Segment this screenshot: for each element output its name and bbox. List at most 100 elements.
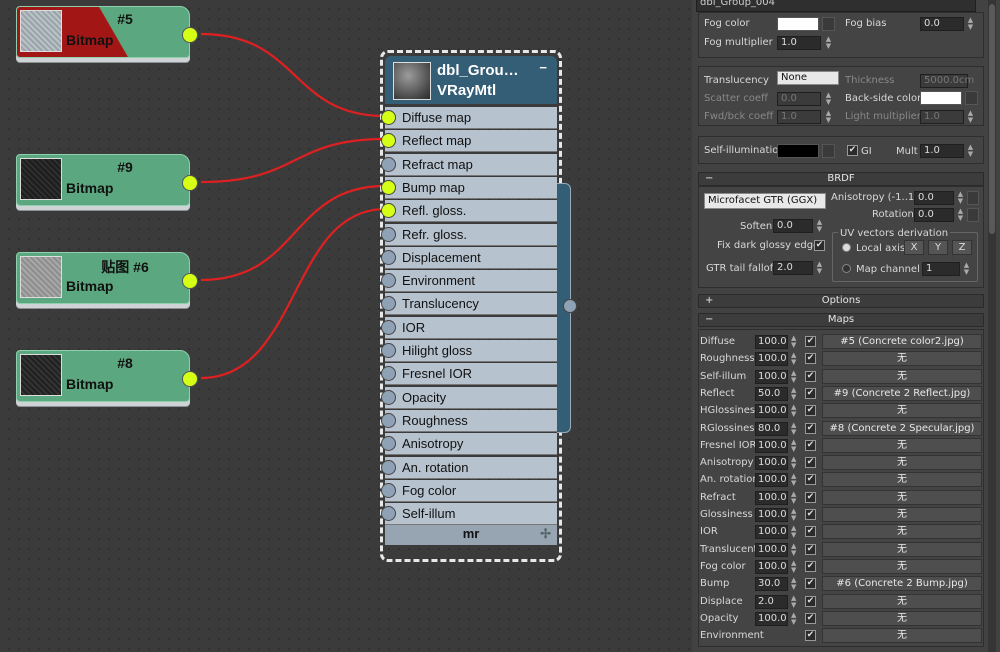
light-multiplier-input[interactable]: 1.0 — [920, 110, 964, 124]
axis-z-button[interactable]: Z — [952, 240, 972, 255]
material-slot[interactable]: Fog color — [381, 479, 557, 502]
map-slot-button[interactable]: 无 — [822, 368, 982, 384]
material-slot[interactable]: Bump map — [381, 176, 557, 199]
material-slot[interactable]: Fresnel IOR — [381, 363, 557, 386]
slot-input-port[interactable] — [381, 389, 396, 405]
map-slot-button[interactable]: 无 — [822, 610, 982, 626]
slot-input-port[interactable] — [381, 179, 396, 195]
map-amount-spinner[interactable]: ▲ ▼ — [791, 577, 796, 591]
backside-map-button[interactable] — [965, 91, 978, 105]
material-name-field[interactable]: dbl_Group_004 — [696, 0, 976, 12]
mult-spinner[interactable]: ▲ ▼ — [966, 144, 975, 158]
soften-spinner[interactable]: ▲ ▼ — [815, 219, 824, 233]
map-amount-input[interactable]: 100.0 — [755, 542, 788, 557]
map-slot-button[interactable]: 无 — [822, 558, 982, 574]
rotation-input[interactable]: 0.0 — [914, 208, 954, 222]
map-enable-checkbox[interactable]: ✔ — [805, 370, 816, 382]
material-header[interactable]: dbl_Grou… VRayMtl − — [385, 56, 557, 104]
material-slot[interactable]: Environment — [381, 270, 557, 293]
map-amount-input[interactable]: 100.0 — [755, 456, 788, 471]
map-enable-checkbox[interactable]: ✔ — [805, 387, 816, 399]
map-slot-button[interactable]: 无 — [822, 507, 982, 522]
slot-input-port[interactable] — [381, 506, 396, 522]
map-slot-button[interactable]: #8 (Concrete 2 Specular.jpg) — [822, 420, 982, 436]
map-slot-button[interactable]: 无 — [822, 437, 982, 453]
fog-multiplier-input[interactable]: 1.0 — [777, 36, 821, 50]
map-amount-input[interactable]: 100.0 — [755, 473, 788, 488]
map-amount-spinner[interactable]: ▲ ▼ — [791, 473, 796, 487]
map-slot-button[interactable]: 无 — [822, 472, 982, 488]
slot-input-port[interactable] — [381, 249, 396, 265]
axis-y-button[interactable]: Y — [928, 240, 948, 255]
map-slot-button[interactable]: #5 (Concrete color2.jpg) — [822, 334, 982, 349]
map-enable-checkbox[interactable]: ✔ — [805, 578, 816, 590]
map-slot-button[interactable]: 无 — [822, 628, 982, 644]
fog-color-swatch[interactable] — [777, 17, 819, 31]
map-slot-button[interactable]: 无 — [822, 593, 982, 609]
soften-input[interactable]: 0.0 — [773, 219, 813, 233]
anisotropy-spinner[interactable]: ▲ ▼ — [956, 191, 965, 205]
map-enable-checkbox[interactable]: ✔ — [805, 457, 816, 469]
slot-input-port[interactable] — [381, 156, 396, 172]
map-amount-spinner[interactable]: ▲ ▼ — [791, 421, 796, 436]
anisotropy-map-button[interactable] — [967, 191, 979, 205]
map-amount-spinner[interactable]: ▲ ▼ — [791, 438, 796, 453]
map-enable-checkbox[interactable]: ✔ — [805, 353, 816, 365]
slot-input-port[interactable] — [381, 459, 396, 475]
map-amount-input[interactable]: 100.0 — [755, 525, 788, 540]
map-enable-checkbox[interactable]: ✔ — [805, 405, 816, 417]
slot-input-port[interactable] — [381, 412, 396, 428]
collapse-button[interactable]: − — [539, 60, 547, 75]
map-enable-checkbox[interactable]: ✔ — [805, 526, 816, 538]
map-slot-button[interactable]: 无 — [822, 524, 982, 540]
anisotropy-input[interactable]: 0.0 — [914, 191, 954, 205]
map-slot-button[interactable]: #6 (Concrete 2 Bump.jpg) — [822, 576, 982, 592]
material-slot[interactable]: Reflect map — [381, 130, 557, 153]
self-illum-color-swatch[interactable] — [777, 144, 819, 158]
map-amount-input[interactable]: 100.0 — [755, 438, 788, 453]
backside-color-swatch[interactable] — [920, 91, 962, 105]
material-slot[interactable]: Self-illum — [381, 503, 557, 526]
output-port[interactable] — [182, 175, 198, 191]
map-amount-spinner[interactable]: ▲ ▼ — [791, 594, 796, 609]
map-enable-checkbox[interactable]: ✔ — [805, 491, 816, 503]
fog-bias-input[interactable]: 0.0 — [920, 17, 964, 31]
bitmap-node-4[interactable]: #8 Bitmap — [16, 350, 198, 402]
fog-map-button[interactable] — [822, 17, 835, 31]
slot-input-port[interactable] — [381, 273, 396, 289]
map-amount-input[interactable]: 100.0 — [755, 335, 788, 349]
map-slot-button[interactable]: 无 — [822, 541, 982, 557]
fog-multiplier-spinner[interactable]: ▲ ▼ — [824, 36, 833, 50]
map-enable-checkbox[interactable]: ✔ — [805, 474, 816, 486]
slot-input-port[interactable] — [381, 319, 396, 335]
map-enable-checkbox[interactable]: ✔ — [805, 439, 816, 451]
map-slot-button[interactable]: 无 — [822, 403, 982, 419]
brdf-type-dropdown[interactable]: Microfacet GTR (GGX) — [704, 193, 826, 209]
map-amount-input[interactable]: 100.0 — [755, 490, 788, 505]
material-slot[interactable]: An. rotation — [381, 456, 557, 479]
map-amount-spinner[interactable]: ▲ ▼ — [791, 386, 796, 401]
self-illum-map-button[interactable] — [822, 144, 835, 158]
map-amount-spinner[interactable]: ▲ ▼ — [791, 456, 796, 470]
map-enable-checkbox[interactable]: ✔ — [805, 560, 816, 572]
maps-rollout-header[interactable]: − Maps — [698, 313, 984, 327]
material-slot[interactable]: Diffuse map — [381, 107, 557, 129]
map-amount-input[interactable]: 30.0 — [755, 577, 788, 592]
light-mult-spinner[interactable]: ▲ ▼ — [966, 110, 975, 124]
slot-input-port[interactable] — [381, 366, 396, 382]
material-slot[interactable]: Roughness — [381, 409, 557, 432]
translucency-dropdown[interactable]: None — [777, 71, 839, 85]
slot-input-port[interactable] — [381, 133, 396, 149]
map-amount-input[interactable]: 100.0 — [755, 404, 788, 419]
axis-x-button[interactable]: X — [904, 240, 924, 255]
material-slot[interactable]: Anisotropy — [381, 433, 557, 456]
bitmap-node-3[interactable]: 贴图 #6 Bitmap — [16, 252, 198, 304]
map-channel-spinner[interactable]: ▲ ▼ — [962, 262, 971, 276]
map-amount-input[interactable]: 100.0 — [755, 611, 788, 626]
map-amount-spinner[interactable]: ▲ ▼ — [791, 559, 796, 574]
map-enable-checkbox[interactable]: ✔ — [805, 543, 816, 555]
map-slot-button[interactable]: 无 — [822, 351, 982, 367]
material-slot[interactable]: Refl. gloss. — [381, 200, 557, 223]
map-amount-spinner[interactable]: ▲ ▼ — [791, 335, 796, 349]
material-slot[interactable]: Refr. gloss. — [381, 223, 557, 246]
